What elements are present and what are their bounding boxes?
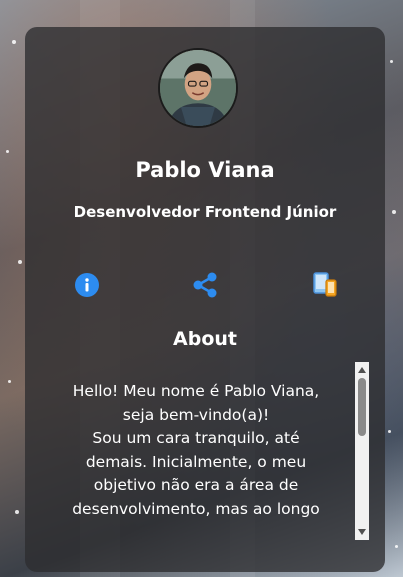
about-scrollbar[interactable] xyxy=(355,362,369,540)
avatar xyxy=(158,48,238,128)
devices-tab-button[interactable] xyxy=(310,270,340,300)
profile-name: Pablo Viana xyxy=(135,158,275,182)
info-icon xyxy=(75,273,99,297)
scroll-down-arrow-icon[interactable] xyxy=(355,526,369,538)
devices-icon xyxy=(313,272,337,297)
share-icon xyxy=(193,272,217,298)
about-scroll-area[interactable]: Hello! Meu nome é Pablo Viana, seja bem-… xyxy=(40,380,372,540)
share-tab-button[interactable] xyxy=(190,270,220,300)
scroll-up-arrow-icon[interactable] xyxy=(355,364,369,376)
about-title: About xyxy=(173,328,237,350)
scrollbar-thumb[interactable] xyxy=(358,378,366,436)
about-text: Hello! Meu nome é Pablo Viana, seja bem-… xyxy=(72,382,320,518)
info-tab-button[interactable] xyxy=(72,270,102,300)
profile-role: Desenvolvedor Frontend Júnior xyxy=(73,203,337,221)
